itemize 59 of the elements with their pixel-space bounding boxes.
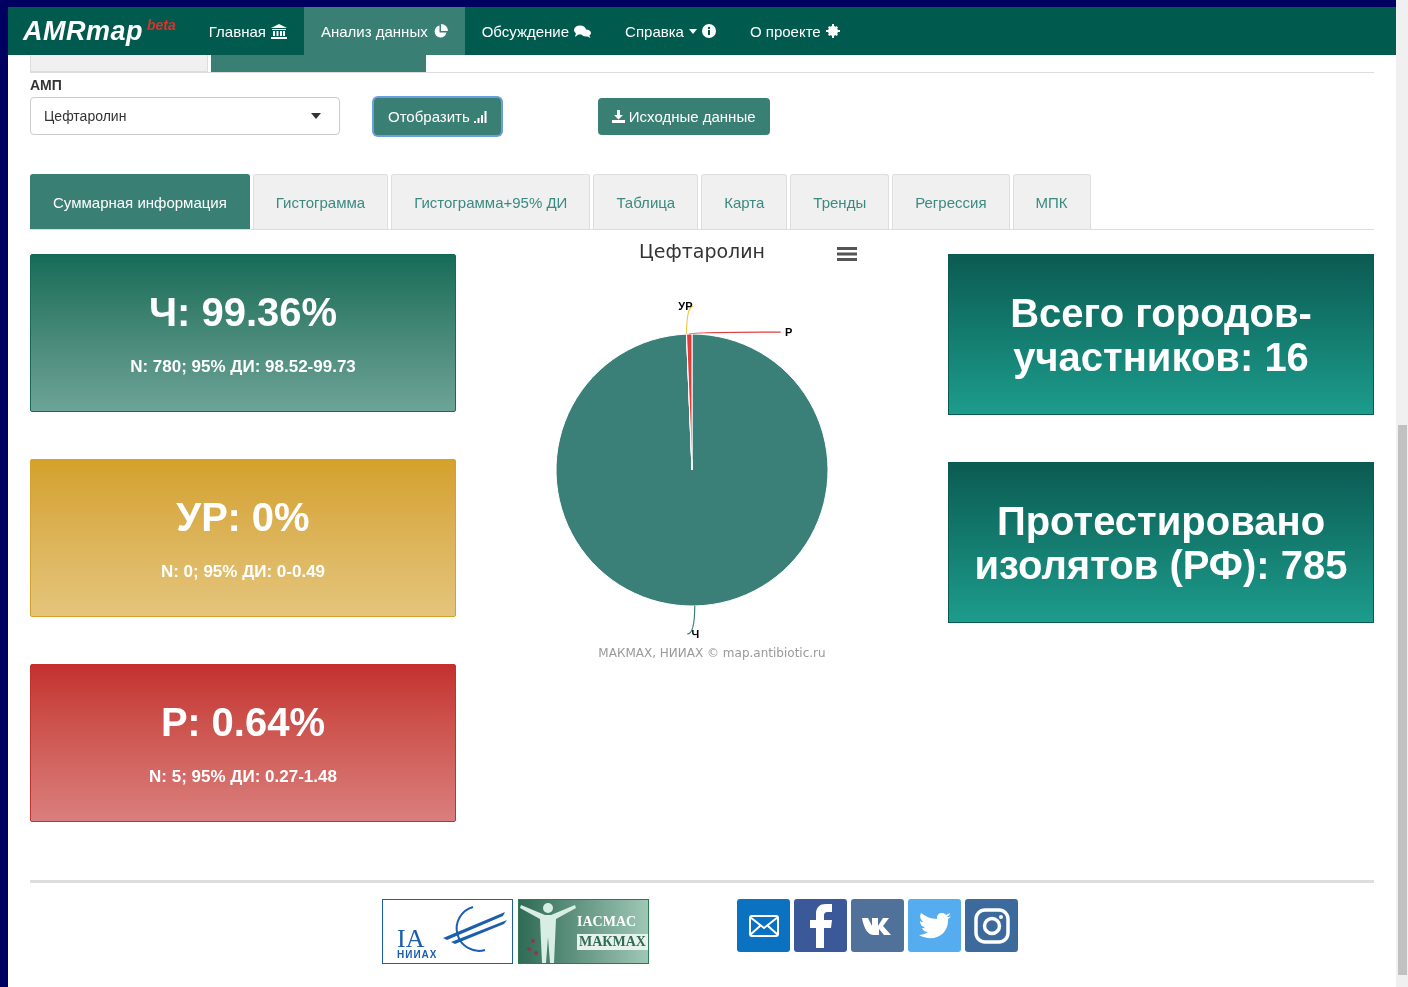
slice-label: Ч xyxy=(691,627,700,640)
human-figure-drawing xyxy=(519,900,577,963)
info-text: Протестировано изолятов (РФ): 785 xyxy=(974,498,1348,587)
beta-label: beta xyxy=(147,17,176,33)
comments-icon xyxy=(574,24,592,38)
slice-label: УР xyxy=(678,300,693,313)
chart-title: Цефтаролин xyxy=(639,240,765,262)
logo-text: НИИАХ xyxy=(397,949,438,960)
bank-icon xyxy=(270,23,287,39)
tab[interactable]: Тренды xyxy=(790,174,890,229)
facebook-icon xyxy=(809,903,832,948)
tab[interactable]: Карта xyxy=(701,174,788,229)
caret-icon xyxy=(311,113,321,119)
scrollbar-thumb[interactable] xyxy=(1398,425,1407,975)
tab[interactable]: Гистограмма xyxy=(252,174,389,229)
pie-chart-icon xyxy=(432,23,448,39)
bird-icon xyxy=(918,912,951,939)
display-button[interactable]: Отобразить xyxy=(374,98,501,135)
scrollbar[interactable] xyxy=(1396,0,1408,987)
field-label: АМП xyxy=(30,77,63,93)
antibiotic-select[interactable]: Цефтаролин xyxy=(30,97,340,135)
camera-icon xyxy=(973,907,1010,944)
instagram-link[interactable] xyxy=(965,899,1018,952)
logo-text: IACMAC xyxy=(577,913,638,930)
logo-text: МАКМАХ xyxy=(577,933,648,950)
brand-logo[interactable]: AMRmap xyxy=(23,15,143,47)
mail-link[interactable] xyxy=(737,899,790,952)
nav-link[interactable]: Анализ данных xyxy=(303,7,465,55)
caret-icon xyxy=(688,28,697,34)
menu-icon[interactable] xyxy=(837,246,857,262)
iac-logo[interactable]: IA НИИАХ xyxy=(382,899,513,964)
tab[interactable]: Таблица xyxy=(593,174,699,229)
tab[interactable]: Гистограмма+95% ДИ xyxy=(391,174,591,229)
tab[interactable]: МПК xyxy=(1012,174,1091,229)
info-icon xyxy=(701,24,716,38)
tab[interactable]: Регрессия xyxy=(892,174,1010,229)
tab[interactable]: Суммарная информация xyxy=(30,174,250,229)
download-icon xyxy=(611,110,625,123)
stat-value: Р: 0.64% xyxy=(161,699,325,745)
vk-icon xyxy=(861,916,894,935)
stat-value: УР: 0% xyxy=(176,494,310,540)
stat-value: Ч: 99.36% xyxy=(148,289,338,335)
chart-credits[interactable]: МАКМАХ, НИИАХ © map.antibiotic.ru xyxy=(598,646,826,660)
facebook-link[interactable] xyxy=(794,899,847,952)
mail-icon xyxy=(748,914,779,937)
download-button[interactable]: Исходные данные xyxy=(597,98,770,135)
info-text: Всего городов-участников: 16 xyxy=(1009,290,1313,379)
gear-icon xyxy=(825,24,840,38)
nav-link[interactable]: Главная xyxy=(191,7,304,55)
bar-chart-icon xyxy=(473,110,487,123)
stat-detail: N: 780; 95% ДИ: 98.52-99.73 xyxy=(130,356,356,377)
nav-link[interactable]: О проекте xyxy=(732,7,857,55)
iacmac-logo[interactable]: IACMAC МАКМАХ xyxy=(518,899,649,964)
vk-link[interactable] xyxy=(851,899,904,952)
nav-link[interactable]: Справка xyxy=(608,7,733,55)
stat-detail: N: 0; 95% ДИ: 0-0.49 xyxy=(160,561,326,582)
nav-link[interactable]: Обсуждение xyxy=(464,7,609,55)
stat-detail: N: 5; 95% ДИ: 0.27-1.48 xyxy=(149,766,337,787)
slice-label: Р xyxy=(785,326,793,339)
